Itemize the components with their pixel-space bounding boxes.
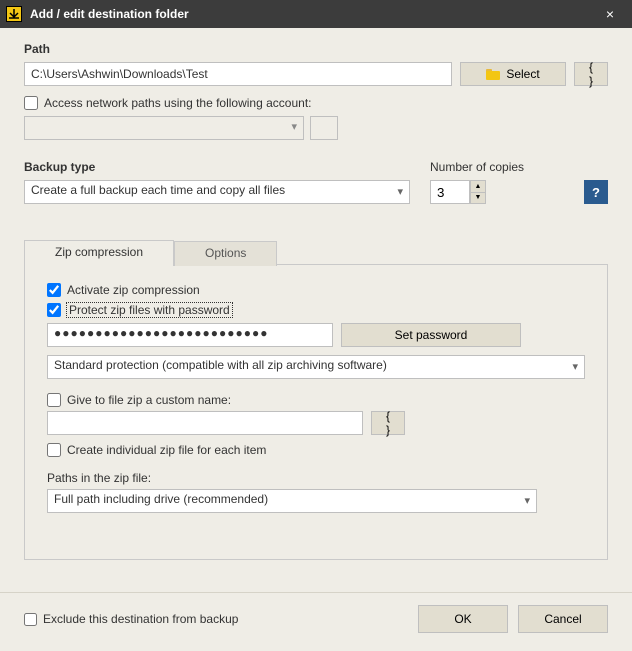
protect-zip-row: Protect zip files with password [47,303,585,317]
copies-down-button[interactable]: ▼ [470,192,486,204]
close-icon[interactable]: × [596,6,624,22]
folder-icon [486,69,500,80]
footer-left: Exclude this destination from backup [24,612,418,626]
copies-label: Number of copies [430,160,550,174]
set-password-button[interactable]: Set password [341,323,521,347]
network-account-browse-button[interactable] [310,116,338,140]
path-row: Select { } [24,62,608,86]
network-account-row: Access network paths using the following… [24,96,608,110]
title-bar: Add / edit destination folder × [0,0,632,28]
dialog-content: Path Select { } Access network paths usi… [0,28,632,560]
tab-strip: Zip compression Options [24,240,277,266]
tab-panel: Zip compression Options Activate zip com… [24,264,608,560]
select-folder-button[interactable]: Select [460,62,566,86]
tab-options[interactable]: Options [174,241,277,266]
copies-spinner: ▲ ▼ [430,180,550,204]
ok-button[interactable]: OK [418,605,508,633]
individual-zip-label: Create individual zip file for each item [67,443,266,457]
backup-type-value: Create a full backup each time and copy … [31,183,285,197]
copies-col: Number of copies ▲ ▼ [430,160,550,204]
exclude-destination-label: Exclude this destination from backup [43,612,238,626]
custom-name-row: Give to file zip a custom name: [47,393,585,407]
path-input[interactable] [24,62,452,86]
window-title: Add / edit destination folder [30,7,596,21]
path-variables-button[interactable]: { } [574,62,608,86]
app-icon [6,6,22,22]
copies-input[interactable] [430,180,470,204]
paths-value: Full path including drive (recommended) [54,492,268,506]
exclude-destination-checkbox[interactable] [24,613,37,626]
backup-type-label: Backup type [24,160,410,174]
individual-zip-row: Create individual zip file for each item [47,443,585,457]
backup-type-combo[interactable]: Create a full backup each time and copy … [24,180,410,204]
dialog-footer: Exclude this destination from backup OK … [0,592,632,651]
network-account-combo[interactable] [24,116,304,140]
copies-up-button[interactable]: ▲ [470,180,486,192]
protection-combo[interactable]: Standard protection (compatible with all… [47,355,585,379]
paths-label: Paths in the zip file: [47,471,585,485]
network-account-combo-row [24,116,608,140]
backup-type-col: Backup type Create a full backup each ti… [24,160,410,204]
protection-value: Standard protection (compatible with all… [54,358,387,372]
select-button-label: Select [506,67,539,81]
copies-spinner-buttons: ▲ ▼ [470,180,486,204]
network-account-checkbox[interactable] [24,96,38,110]
custom-name-checkbox[interactable] [47,393,61,407]
path-label: Path [24,42,608,56]
protect-zip-label: Protect zip files with password [67,303,232,317]
activate-zip-label: Activate zip compression [67,283,200,297]
individual-zip-checkbox[interactable] [47,443,61,457]
password-field[interactable]: ●●●●●●●●●●●●●●●●●●●●●●●●●● [47,323,333,347]
help-button[interactable]: ? [584,180,608,204]
paths-combo[interactable]: Full path including drive (recommended) [47,489,537,513]
custom-name-input-row: { } [47,411,585,435]
activate-zip-row: Activate zip compression [47,283,585,297]
network-account-label: Access network paths using the following… [44,96,311,110]
custom-name-label: Give to file zip a custom name: [67,393,231,407]
backup-section: Backup type Create a full backup each ti… [24,160,608,204]
cancel-button[interactable]: Cancel [518,605,608,633]
activate-zip-checkbox[interactable] [47,283,61,297]
password-row: ●●●●●●●●●●●●●●●●●●●●●●●●●● Set password [47,323,585,347]
custom-name-input[interactable] [47,411,363,435]
custom-name-variables-button[interactable]: { } [371,411,405,435]
protect-zip-checkbox[interactable] [47,303,61,317]
tab-zip-compression[interactable]: Zip compression [24,240,174,266]
